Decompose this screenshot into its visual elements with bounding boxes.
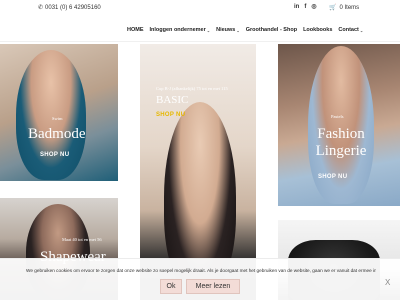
phone-icon: ✆ (38, 5, 44, 11)
tile-badmode[interactable]: Swim Badmode SHOP NU (0, 44, 118, 181)
shop-now-button[interactable]: SHOP NU (318, 174, 347, 180)
cookie-read-more-button[interactable]: Meer lezen (186, 279, 240, 294)
tile-title: BASIC (156, 94, 189, 106)
main-navigation: HOME Inloggen ondernemer ⌄ Nieuws ⌄ Grooth… (0, 18, 400, 42)
cookie-ok-button[interactable]: Ok (160, 279, 182, 294)
chevron-down-icon: ⌄ (206, 27, 211, 33)
nav-item-lookbooks[interactable]: Lookbooks (303, 27, 332, 33)
social-links: in f ◎ (294, 3, 317, 11)
nav-item-inloggen-ondernemer[interactable]: Inloggen ondernemer ⌄ (150, 27, 211, 33)
facebook-icon[interactable]: f (304, 4, 306, 10)
cart-icon: 🛒 (329, 5, 337, 11)
tile-title: Badmode (28, 126, 86, 142)
cookie-message: We gebruiken cookies om ervoor te zorgen… (26, 268, 376, 273)
chevron-down-icon: ⌄ (359, 27, 364, 33)
cookie-banner: We gebruiken cookies om ervoor te zorgen… (0, 258, 400, 300)
cart-count: 0 Items (339, 4, 360, 11)
phone-number[interactable]: ✆ 0031 (0) 6 42905160 (38, 4, 101, 12)
instagram-icon[interactable]: ◎ (311, 3, 316, 10)
shop-now-button[interactable]: SHOP NU (156, 112, 185, 118)
tile-fashion-lingerie[interactable]: Pastels Fashion Lingerie SHOP NU (278, 44, 400, 206)
cart-link[interactable]: 🛒 0 Items (329, 4, 360, 12)
shop-now-button[interactable]: SHOP NU (40, 152, 69, 158)
nav-item-groothandel-shop[interactable]: Groothandel - Shop (246, 27, 297, 33)
nav-item-nieuws[interactable]: Nieuws ⌄ (216, 27, 240, 33)
linkedin-icon[interactable]: in (294, 4, 299, 10)
top-bar: ✆ 0031 (0) 6 42905160 in f ◎ 🛒 0 Items (0, 0, 400, 18)
model-image (308, 46, 374, 204)
tile-title: Fashion Lingerie (315, 126, 367, 159)
tile-subtitle: Cup B-J (afhankelijk) 75 tot en met 115 (156, 86, 228, 91)
tile-subtitle: Maat 40 tot en met 56 (62, 237, 102, 242)
tile-subtitle: Swim (52, 116, 63, 121)
close-icon[interactable]: X (385, 278, 390, 287)
nav-item-contact[interactable]: Contact ⌄ (338, 27, 363, 33)
model-image (16, 50, 86, 180)
chevron-down-icon: ⌄ (236, 27, 240, 33)
tile-subtitle: Pastels (331, 114, 344, 119)
nav-item-home[interactable]: HOME (127, 27, 144, 33)
phone-text: 0031 (0) 6 42905160 (45, 4, 101, 11)
